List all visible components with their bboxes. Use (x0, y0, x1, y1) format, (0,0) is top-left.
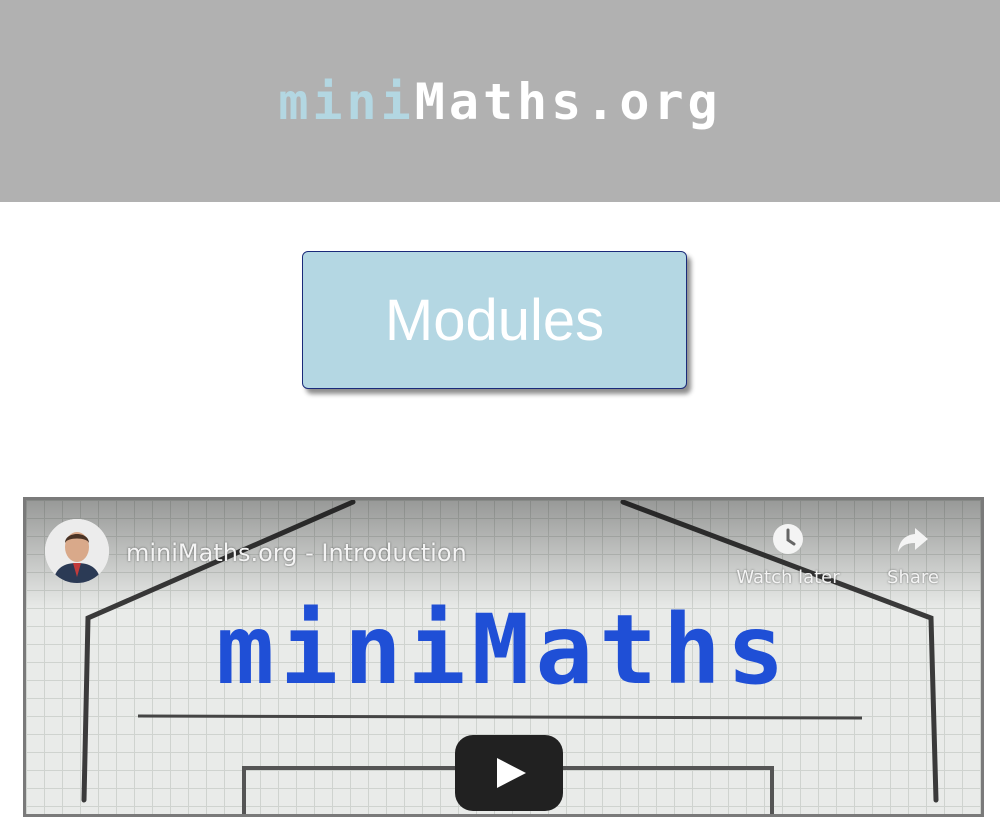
watch-later-button[interactable]: Watch later (728, 522, 848, 588)
site-title-mini: mini (278, 73, 415, 131)
share-arrow-icon (898, 528, 928, 552)
video-embed[interactable]: miniMaths miniMaths.org - Introduction W… (23, 497, 984, 817)
channel-avatar[interactable] (45, 519, 109, 583)
clock-icon (773, 524, 803, 554)
site-title-maths-org: Maths.org (414, 73, 722, 131)
site-title[interactable]: miniMaths.org (0, 70, 1000, 134)
video-title[interactable]: miniMaths.org - Introduction (126, 538, 467, 568)
share-button[interactable]: Share (853, 522, 973, 588)
video-artwork-title: miniMaths (216, 594, 791, 706)
watch-later-label: Watch later (736, 567, 840, 588)
modules-button[interactable]: Modules (302, 251, 687, 389)
share-label: Share (887, 567, 939, 588)
site-header: miniMaths.org (0, 0, 1000, 202)
avatar-portrait (45, 519, 109, 583)
